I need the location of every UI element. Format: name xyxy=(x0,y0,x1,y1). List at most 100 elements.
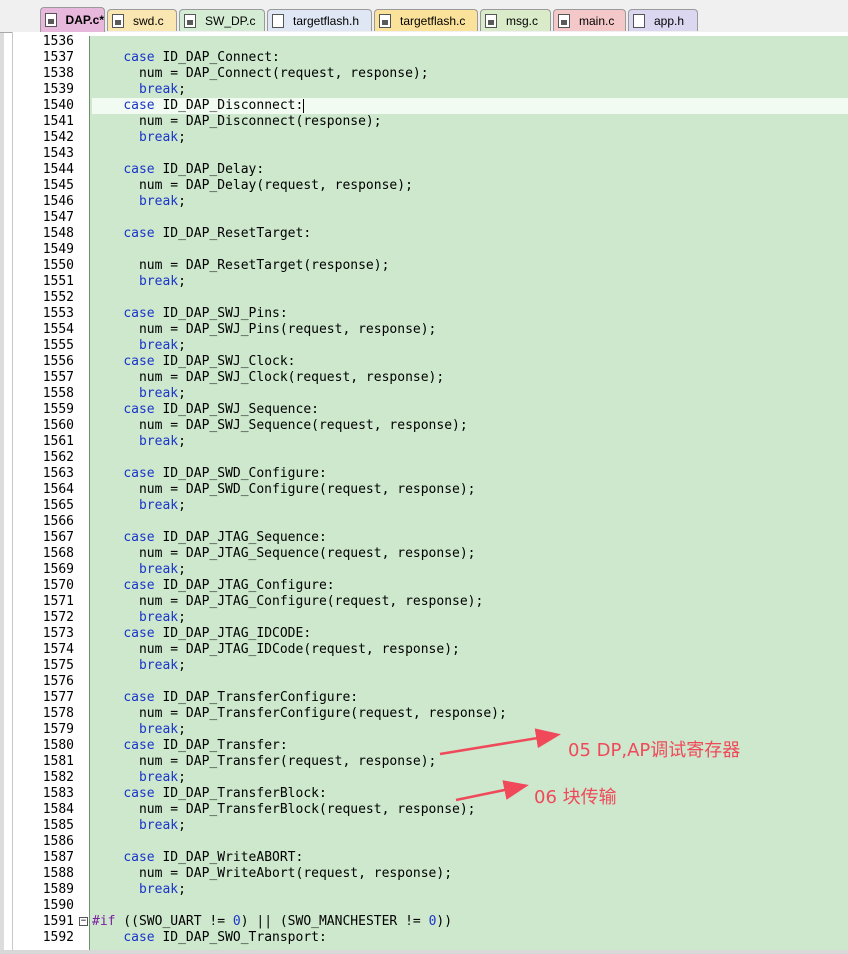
code-text: break; xyxy=(138,434,186,449)
code-text: num = DAP_ResetTarget(response); xyxy=(92,258,390,273)
code-line[interactable]: 1549 xyxy=(12,242,848,258)
code-text: case ID_DAP_JTAG_Sequence: xyxy=(123,530,327,545)
code-line[interactable]: 1570 case ID_DAP_JTAG_Configure: xyxy=(12,578,848,594)
code-line[interactable]: 1551 break; xyxy=(12,274,848,290)
code-text: break; xyxy=(138,338,186,353)
tab-dap-c[interactable]: DAP.c* xyxy=(40,7,105,32)
code-line[interactable]: 1558 break; xyxy=(12,386,848,402)
code-line[interactable]: 1572 break; xyxy=(12,610,848,626)
code-line[interactable]: 1541 num = DAP_Disconnect(response); xyxy=(12,114,848,130)
code-line[interactable]: 1547 xyxy=(12,210,848,226)
code-line[interactable]: 1588 num = DAP_WriteAbort(request, respo… xyxy=(12,866,848,882)
line-number: 1558 xyxy=(42,386,74,401)
tab-sw-dp-c[interactable]: SW_DP.c xyxy=(179,9,265,31)
code-line[interactable]: 1571 num = DAP_JTAG_Configure(request, r… xyxy=(12,594,848,610)
code-line[interactable]: 1536 xyxy=(12,34,848,50)
code-line[interactable]: 1564 num = DAP_SWD_Configure(request, re… xyxy=(12,482,848,498)
code-line[interactable]: 1562 xyxy=(12,450,848,466)
code-line[interactable]: 1544 case ID_DAP_Delay: xyxy=(12,162,848,178)
code-text: case ID_DAP_ResetTarget: xyxy=(123,226,312,241)
code-line[interactable]: 1548 case ID_DAP_ResetTarget: xyxy=(12,226,848,242)
code-line[interactable]: 1554 num = DAP_SWJ_Pins(request, respons… xyxy=(12,322,848,338)
code-line[interactable]: 1587 case ID_DAP_WriteABORT: xyxy=(12,850,848,866)
code-line[interactable]: 1556 case ID_DAP_SWJ_Clock: xyxy=(12,354,848,370)
line-number: 1556 xyxy=(42,354,74,369)
code-text: case ID_DAP_Transfer: xyxy=(123,738,288,753)
code-line[interactable]: 1546 break; xyxy=(12,194,848,210)
code-line[interactable]: 1567 case ID_DAP_JTAG_Sequence: xyxy=(12,530,848,546)
code-line[interactable]: 1538 num = DAP_Connect(request, response… xyxy=(12,66,848,82)
tab-targetflash-c[interactable]: targetflash.c xyxy=(374,9,478,31)
code-text: num = DAP_Delay(request, response); xyxy=(92,178,413,193)
tab-label: targetflash.h xyxy=(293,13,360,28)
line-number: 1576 xyxy=(42,674,74,689)
line-number: 1579 xyxy=(42,722,74,737)
window-left-edge xyxy=(0,0,4,954)
code-line[interactable]: 1539 break; xyxy=(12,82,848,98)
code-line[interactable]: 1577 case ID_DAP_TransferConfigure: xyxy=(12,690,848,706)
code-line[interactable]: 1569 break; xyxy=(12,562,848,578)
c-file-icon xyxy=(558,13,570,28)
code-line[interactable]: 1542 break; xyxy=(12,130,848,146)
code-line[interactable]: 1591− #if ((SWO_UART != 0) || (SWO_MANCHE… xyxy=(12,914,848,930)
code-line[interactable]: 1552 xyxy=(12,290,848,306)
annotation-dp-ap-registers: 05 DP,AP调试寄存器 xyxy=(568,740,741,761)
code-line[interactable]: 1563 case ID_DAP_SWD_Configure: xyxy=(12,466,848,482)
line-number: 1546 xyxy=(42,194,74,209)
fold-toggle-icon[interactable]: − xyxy=(79,917,88,926)
code-line[interactable]: 1557 num = DAP_SWJ_Clock(request, respon… xyxy=(12,370,848,386)
code-line[interactable]: 1545 num = DAP_Delay(request, response); xyxy=(12,178,848,194)
line-number: 1565 xyxy=(42,498,74,513)
line-number: 1577 xyxy=(42,690,74,705)
line-number: 1582 xyxy=(42,770,74,785)
code-line[interactable]: 1576 xyxy=(12,674,848,690)
code-line[interactable]: 1589 break; xyxy=(12,882,848,898)
code-text: num = DAP_WriteAbort(request, response); xyxy=(92,866,453,881)
code-line[interactable]: 1559 case ID_DAP_SWJ_Sequence: xyxy=(12,402,848,418)
line-number: 1587 xyxy=(42,850,74,865)
code-text: break; xyxy=(138,194,186,209)
code-line[interactable]: 1575 break; xyxy=(12,658,848,674)
code-line[interactable]: 1560 num = DAP_SWJ_Sequence(request, res… xyxy=(12,418,848,434)
code-text: break; xyxy=(138,562,186,577)
tab-app-h[interactable]: app.h xyxy=(628,9,698,31)
code-line[interactable]: 1586 xyxy=(12,834,848,850)
c-file-icon xyxy=(379,13,391,28)
code-line[interactable]: 1584 num = DAP_TransferBlock(request, re… xyxy=(12,802,848,818)
tab-swd-c[interactable]: swd.c xyxy=(107,9,177,31)
code-lines[interactable]: 1536 1537 case ID_DAP_Connect: 1538 num = … xyxy=(12,34,848,946)
code-line[interactable]: 1565 break; xyxy=(12,498,848,514)
code-line[interactable]: 1543 xyxy=(12,146,848,162)
code-line[interactable]: 1578 num = DAP_TransferConfigure(request… xyxy=(12,706,848,722)
tab-main-c[interactable]: main.c xyxy=(553,9,626,31)
code-line[interactable]: 1573 case ID_DAP_JTAG_IDCODE: xyxy=(12,626,848,642)
code-line[interactable]: 1592 case ID_DAP_SWO_Transport: xyxy=(12,930,848,946)
code-line[interactable]: 1550 num = DAP_ResetTarget(response); xyxy=(12,258,848,274)
code-line[interactable]: 1568 num = DAP_JTAG_Sequence(request, re… xyxy=(12,546,848,562)
code-line[interactable]: 1561 break; xyxy=(12,434,848,450)
code-line[interactable]: 1583 case ID_DAP_TransferBlock: xyxy=(12,786,848,802)
line-number: 1551 xyxy=(42,274,74,289)
tab-label: swd.c xyxy=(133,13,164,28)
tab-targetflash-h[interactable]: targetflash.h xyxy=(267,9,372,31)
code-line[interactable]: 1566 xyxy=(12,514,848,530)
code-line[interactable]: 1537 case ID_DAP_Connect: xyxy=(12,50,848,66)
code-line[interactable]: 1582 break; xyxy=(12,770,848,786)
code-text: break; xyxy=(138,130,186,145)
code-text: case ID_DAP_TransferConfigure: xyxy=(123,690,359,705)
code-line[interactable]: 1574 num = DAP_JTAG_IDCode(request, resp… xyxy=(12,642,848,658)
code-line[interactable]: 1585 break; xyxy=(12,818,848,834)
code-line[interactable]: 1553 case ID_DAP_SWJ_Pins: xyxy=(12,306,848,322)
code-line[interactable]: 1590 xyxy=(12,898,848,914)
line-number: 1553 xyxy=(42,306,74,321)
tab-msg-c[interactable]: msg.c xyxy=(480,9,551,31)
line-number: 1547 xyxy=(42,210,74,225)
code-line[interactable]: 1540 case ID_DAP_Disconnect: xyxy=(12,98,848,114)
code-line[interactable]: 1555 break; xyxy=(12,338,848,354)
line-number: 1557 xyxy=(42,370,74,385)
line-number: 1570 xyxy=(42,578,74,593)
code-text: num = DAP_Connect(request, response); xyxy=(92,66,429,81)
horizontal-scrollbar[interactable] xyxy=(0,950,848,954)
line-number: 1586 xyxy=(42,834,74,849)
line-number: 1540 xyxy=(42,98,74,113)
